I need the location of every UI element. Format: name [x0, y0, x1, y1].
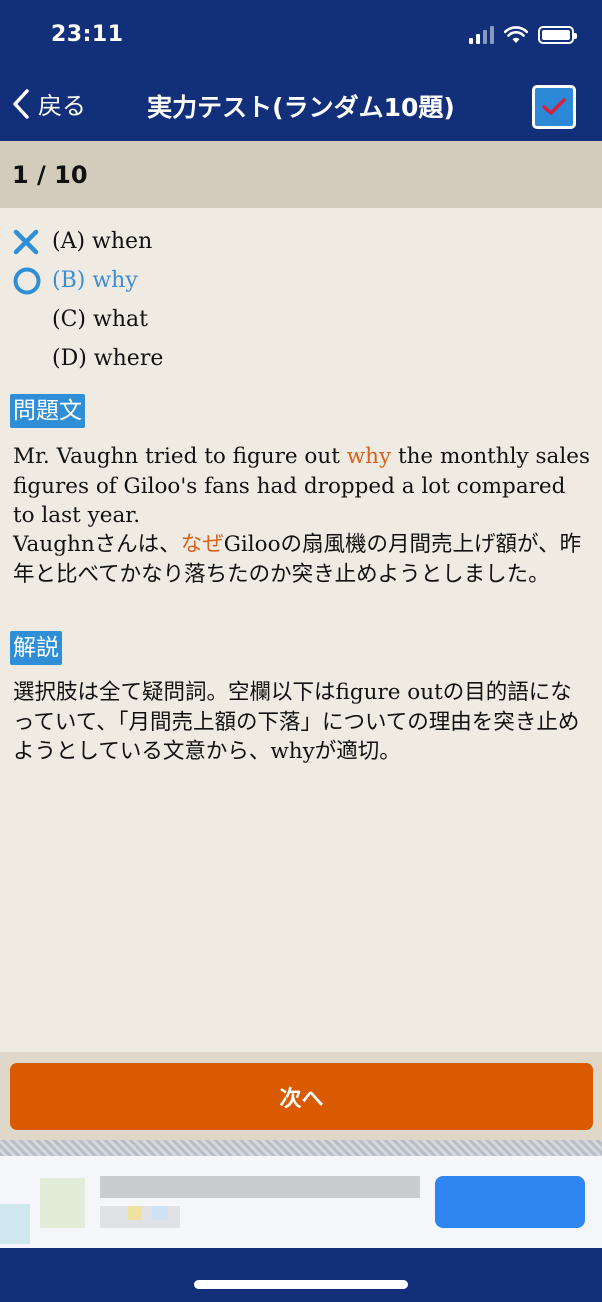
choice-label: (C) what: [52, 307, 148, 332]
circle-icon: [12, 265, 52, 297]
top-bar: 23:11 戻る 実力テスト(ランダム10題): [0, 0, 602, 141]
next-button[interactable]: 次へ: [10, 1063, 593, 1130]
question-japanese: Vaughnさんは、なぜGilooの扇風機の月間売上げ額が、昨年と比べてかなり落…: [13, 532, 582, 587]
home-area: [0, 1248, 602, 1302]
status-icons: [469, 26, 577, 44]
answer-highlight: why: [346, 444, 392, 469]
cross-icon: [12, 226, 52, 258]
choice-label: (D) where: [52, 346, 164, 371]
checklist-button[interactable]: [532, 85, 576, 129]
page-title: 実力テスト(ランダム10題): [147, 93, 455, 122]
home-indicator[interactable]: [194, 1280, 408, 1289]
answer-highlight: なぜ: [180, 532, 224, 557]
battery-icon: [538, 26, 577, 44]
progress-counter: 1 / 10: [12, 160, 88, 189]
choice-c[interactable]: (C) what: [0, 300, 602, 339]
choice-label: (A) when: [52, 229, 153, 254]
choice-d[interactable]: (D) where: [0, 339, 602, 378]
status-time: 23:11: [51, 22, 124, 47]
wifi-icon: [504, 26, 528, 43]
explanation-tag: 解説: [10, 631, 62, 665]
progress-header: 1 / 10: [0, 141, 602, 208]
divider: [0, 1140, 602, 1156]
signal-icon: [469, 26, 494, 44]
question-tag: 問題文: [10, 394, 85, 428]
ad-banner[interactable]: [0, 1156, 602, 1248]
choice-a[interactable]: (A) when: [0, 222, 602, 261]
question-english: Mr. Vaughn tried to figure out why the m…: [13, 444, 590, 528]
choice-b[interactable]: (B) why: [0, 261, 602, 300]
checkmark-icon: [542, 98, 566, 115]
answer-choices: (A) when (B) why (C) what (D) where: [0, 222, 602, 378]
explanation-text: 選択肢は全て疑問詞。空欄以下はfigure outの目的語になっていて、「月間売…: [13, 680, 580, 764]
choice-label: (B) why: [52, 268, 138, 293]
